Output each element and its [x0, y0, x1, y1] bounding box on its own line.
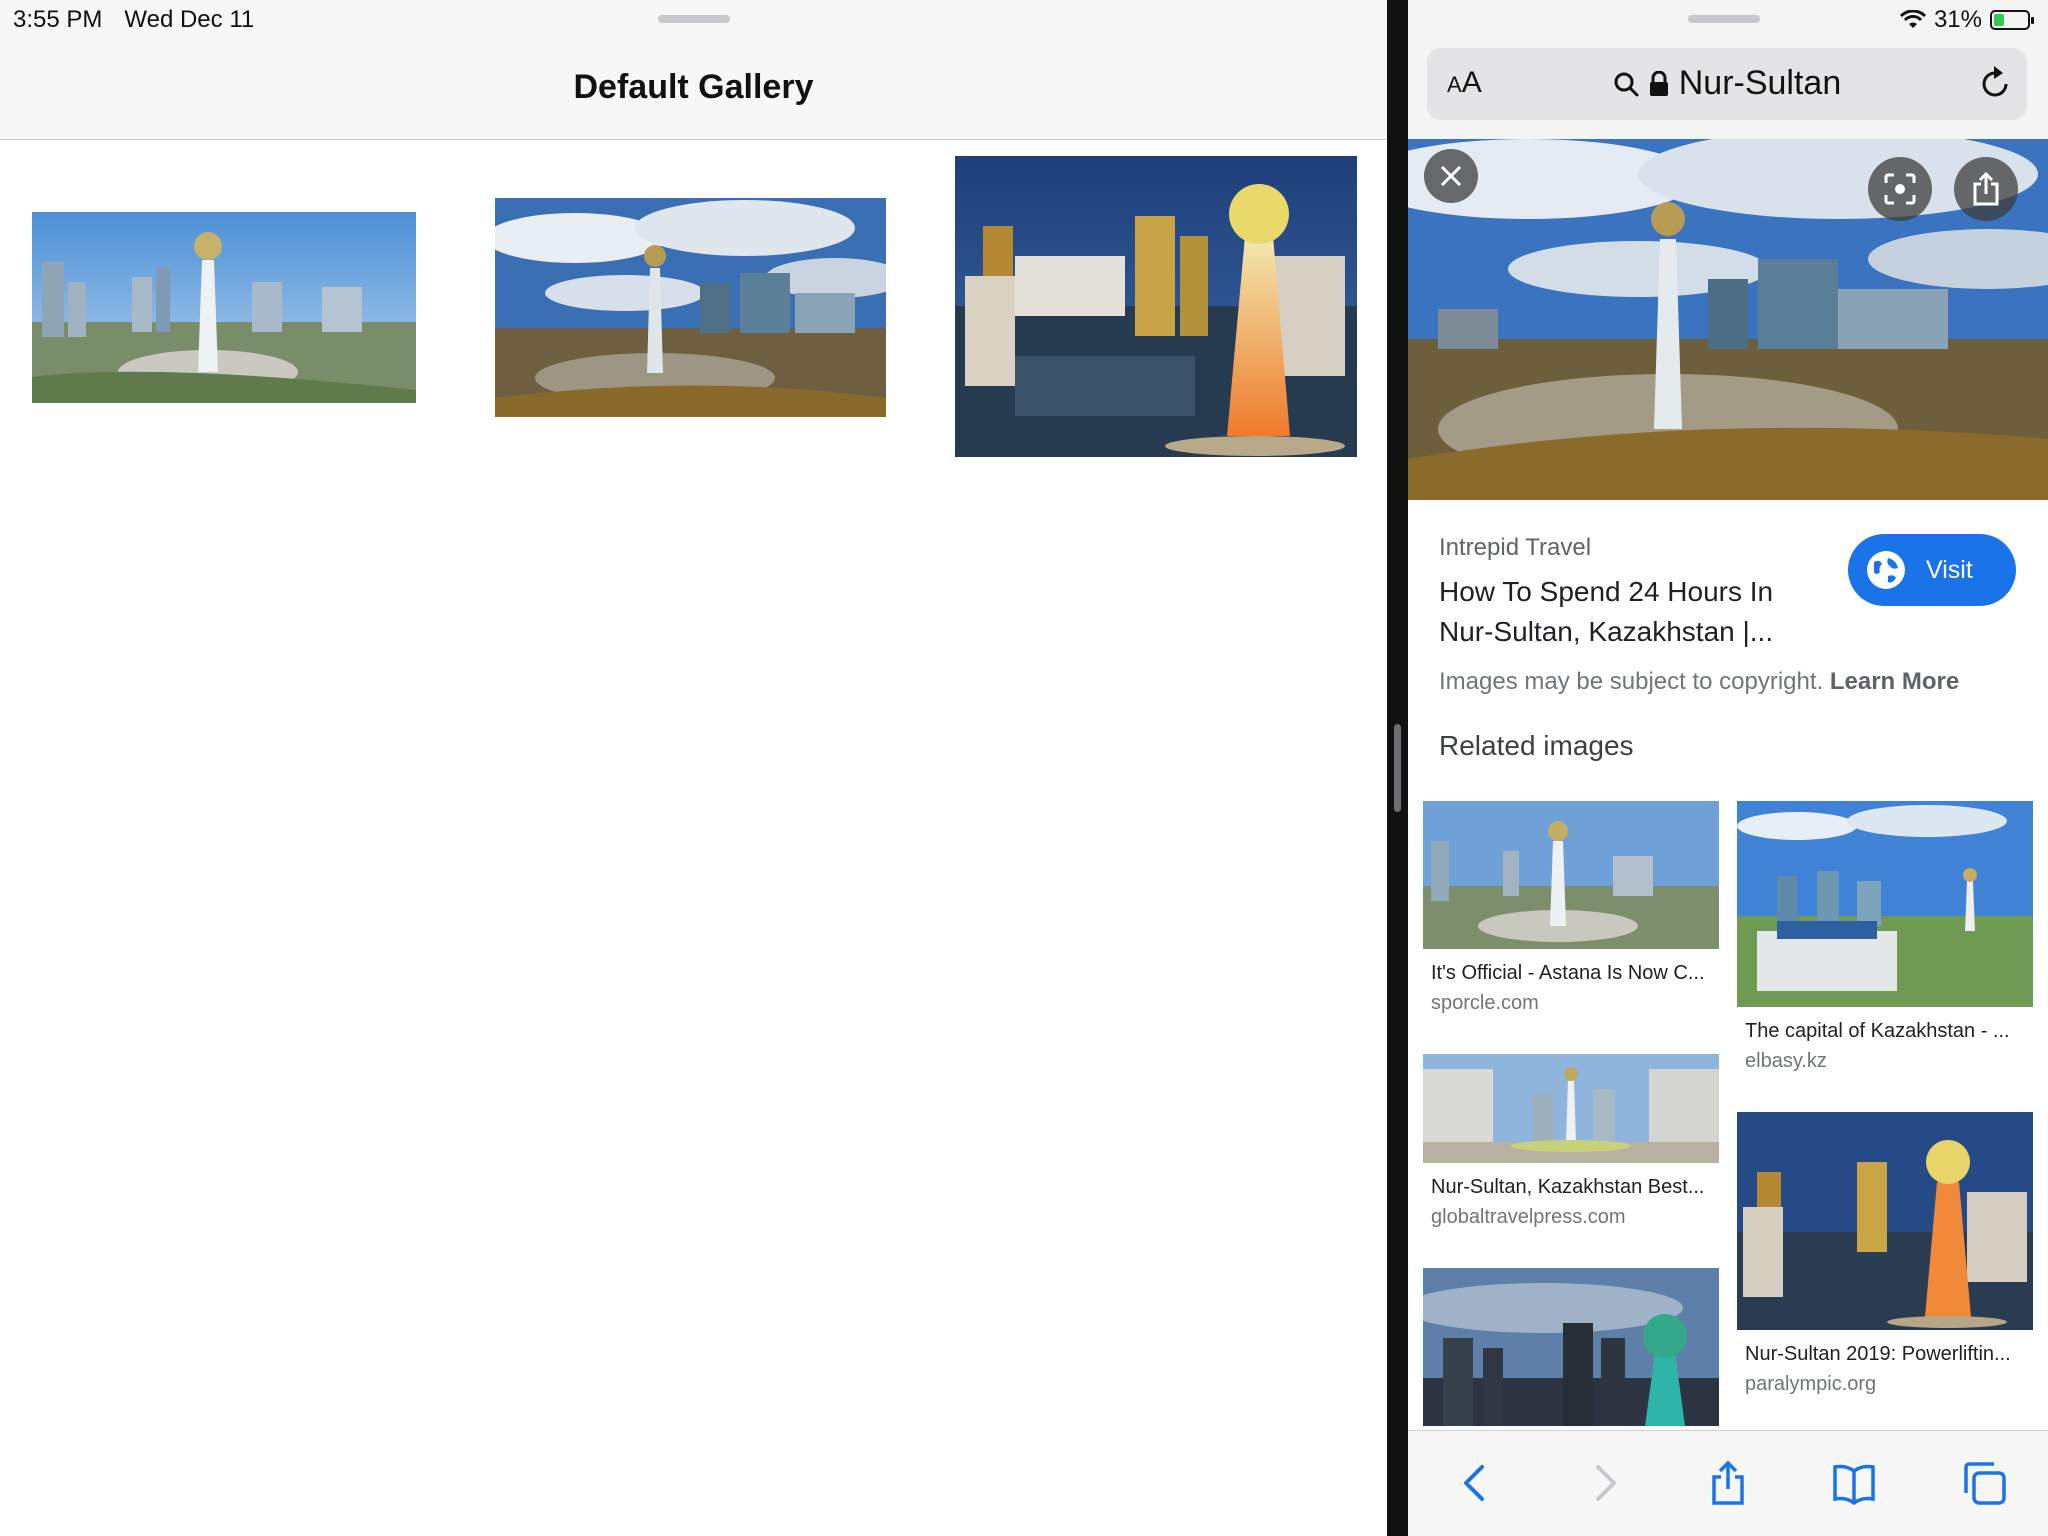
related-photo-2: [1737, 801, 2033, 1007]
battery-percent: 31%: [1933, 6, 1982, 33]
preview-image[interactable]: [1408, 139, 2048, 500]
related-photo-5: [1423, 1268, 1719, 1426]
related-caption-2[interactable]: The capital of Kazakhstan - ...: [1745, 1020, 2027, 1043]
related-photo-1: [1423, 801, 1719, 949]
lens-icon: [1884, 173, 1916, 205]
battery-fill: [1994, 14, 2004, 26]
tabs-icon[interactable]: [1962, 1461, 2006, 1505]
lock-icon: [1649, 70, 1668, 96]
url-text: Nur-Sultan: [1678, 64, 1842, 102]
city-photo-clouds: [495, 198, 886, 417]
close-button[interactable]: [1424, 149, 1478, 203]
status-time: 3:55 PM: [13, 6, 103, 33]
share-icon: [1973, 172, 1999, 206]
related-image-1[interactable]: [1423, 801, 1719, 949]
gallery-header: 3:55 PM Wed Dec 11 Default Gallery: [0, 0, 1387, 140]
gallery-thumbnail-1[interactable]: [32, 212, 416, 403]
gallery-thumbnail-2[interactable]: [495, 198, 886, 417]
related-photo-4: [1737, 1112, 2033, 1330]
status-bar-left: 3:55 PM Wed Dec 11: [13, 6, 276, 34]
related-photo-3: [1423, 1054, 1719, 1163]
address-bar[interactable]: AA Nur-Sultan: [1427, 48, 2027, 120]
share-toolbar-icon[interactable]: [1706, 1461, 1750, 1505]
forward-icon[interactable]: [1582, 1461, 1626, 1505]
related-image-3[interactable]: [1423, 1054, 1719, 1163]
related-caption-3[interactable]: Nur-Sultan, Kazakhstan Best...: [1431, 1176, 1713, 1199]
city-photo-day: [32, 212, 416, 403]
safari-app: 31% AA Nur-Sultan Intrepid Travel How To…: [1408, 0, 2048, 1536]
related-domain-1: sporcle.com: [1431, 992, 1539, 1014]
copyright-notice: Images may be subject to copyright. Lear…: [1439, 668, 1959, 696]
split-view-handle[interactable]: [1394, 724, 1401, 812]
multitasking-grabber-right[interactable]: [1688, 15, 1760, 23]
copyright-text: Images may be subject to copyright.: [1439, 668, 1824, 695]
status-date: Wed Dec 11: [124, 6, 255, 33]
related-image-4[interactable]: [1737, 1112, 2033, 1330]
related-domain-2: elbasy.kz: [1745, 1050, 1827, 1072]
city-photo-night: [955, 156, 1357, 457]
related-domain-3: globaltravelpress.com: [1431, 1206, 1626, 1228]
visit-button[interactable]: Visit: [1848, 534, 2016, 606]
reload-icon[interactable]: [1979, 64, 2013, 102]
url-display[interactable]: Nur-Sultan: [1427, 64, 2027, 103]
close-icon: [1440, 165, 1462, 187]
safari-top-bar: 31% AA Nur-Sultan: [1408, 0, 2048, 139]
related-caption-4[interactable]: Nur-Sultan 2019: Powerliftin...: [1745, 1343, 2027, 1366]
learn-more-link[interactable]: Learn More: [1830, 668, 1959, 695]
hero-city-photo: [1408, 139, 2048, 500]
wifi-icon: [1899, 10, 1926, 28]
bookmarks-icon[interactable]: [1832, 1461, 1876, 1505]
gallery-app: 3:55 PM Wed Dec 11 Default Gallery: [0, 0, 1387, 1536]
back-icon[interactable]: [1454, 1461, 1498, 1505]
gallery-thumbnail-3[interactable]: [955, 156, 1357, 457]
battery-icon: [1990, 10, 2034, 30]
related-heading: Related images: [1439, 730, 1634, 761]
related-image-5[interactable]: [1423, 1268, 1719, 1426]
result-source: Intrepid Travel: [1439, 534, 1592, 561]
result-title[interactable]: How To Spend 24 Hours In Nur-Sultan, Kaz…: [1439, 572, 1819, 652]
visit-label: Visit: [1926, 555, 1973, 584]
multitasking-grabber[interactable]: [658, 15, 730, 23]
related-image-2[interactable]: [1737, 801, 2033, 1007]
status-bar-right: 31%: [1899, 6, 2034, 34]
lens-button[interactable]: [1868, 157, 1932, 221]
related-domain-4: paralympic.org: [1745, 1373, 1877, 1395]
globe-icon: [1867, 551, 1905, 589]
safari-toolbar: [1408, 1430, 2048, 1536]
search-icon: [1614, 72, 1639, 96]
related-caption-1[interactable]: It's Official - Astana Is Now C...: [1431, 962, 1713, 985]
share-button[interactable]: [1954, 157, 2018, 221]
page-title: Default Gallery: [573, 68, 814, 106]
